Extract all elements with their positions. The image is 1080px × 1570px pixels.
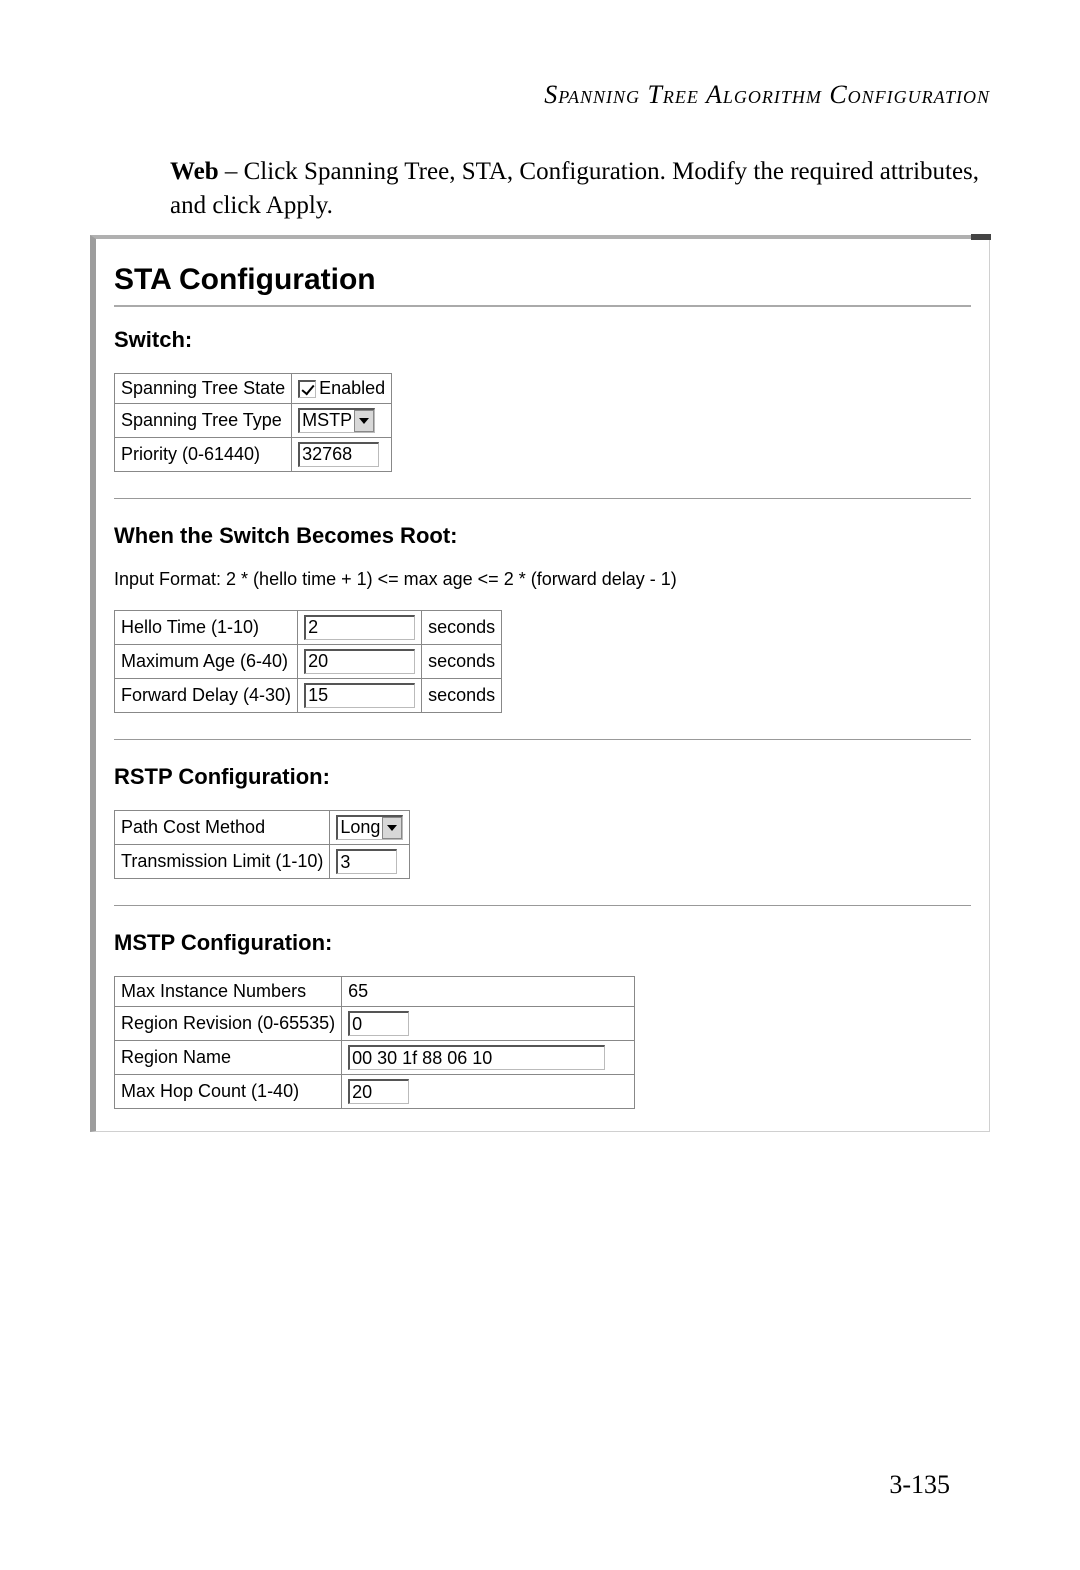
cell-max-instance: 65 xyxy=(342,977,635,1007)
select-value: Long xyxy=(340,817,380,837)
switch-table: Spanning Tree State Enabled Spanning Tre… xyxy=(114,373,392,472)
input-format-hint: Input Format: 2 * (hello time + 1) <= ma… xyxy=(114,569,971,590)
forward-delay-input[interactable] xyxy=(304,683,415,708)
root-table: Hello Time (1-10) seconds Maximum Age (6… xyxy=(114,610,502,713)
label-forward-delay: Forward Delay (4-30) xyxy=(115,678,298,712)
table-row: Spanning Tree Type MSTP xyxy=(115,403,392,437)
cell-forward-delay xyxy=(298,678,422,712)
cell-spanning-tree-type: MSTP xyxy=(292,403,392,437)
cell-transmission-limit xyxy=(330,845,410,879)
chevron-down-icon xyxy=(354,410,374,432)
hello-time-input[interactable] xyxy=(304,615,415,640)
cell-spanning-tree-state: Enabled xyxy=(292,373,392,403)
unit-seconds: seconds xyxy=(422,610,502,644)
table-row: Transmission Limit (1-10) xyxy=(115,845,410,879)
enabled-checkbox[interactable] xyxy=(298,380,316,398)
table-row: Max Instance Numbers 65 xyxy=(115,977,635,1007)
cell-max-hop xyxy=(342,1075,635,1109)
mstp-table: Max Instance Numbers 65 Region Revision … xyxy=(114,976,635,1109)
unit-seconds: seconds xyxy=(422,678,502,712)
transmission-limit-input[interactable] xyxy=(336,849,397,874)
table-row: Path Cost Method Long xyxy=(115,810,410,844)
table-row: Spanning Tree State Enabled xyxy=(115,373,392,403)
cell-region-revision xyxy=(342,1007,635,1041)
enabled-text: Enabled xyxy=(319,378,385,398)
label-region-name: Region Name xyxy=(115,1041,342,1075)
label-max-instance: Max Instance Numbers xyxy=(115,977,342,1007)
region-name-input[interactable] xyxy=(348,1045,605,1070)
label-region-revision: Region Revision (0-65535) xyxy=(115,1007,342,1041)
table-row: Region Name xyxy=(115,1041,635,1075)
priority-input[interactable] xyxy=(298,442,379,467)
label-max-age: Maximum Age (6-40) xyxy=(115,644,298,678)
max-hop-input[interactable] xyxy=(348,1079,409,1104)
table-row: Priority (0-61440) xyxy=(115,437,392,471)
screenshot-frame: STA Configuration Switch: Spanning Tree … xyxy=(90,235,990,1133)
table-row: Forward Delay (4-30) seconds xyxy=(115,678,502,712)
table-row: Max Hop Count (1-40) xyxy=(115,1075,635,1109)
label-hello-time: Hello Time (1-10) xyxy=(115,610,298,644)
label-spanning-tree-type: Spanning Tree Type xyxy=(115,403,292,437)
label-transmission-limit: Transmission Limit (1-10) xyxy=(115,845,330,879)
label-spanning-tree-state: Spanning Tree State xyxy=(115,373,292,403)
cell-region-name xyxy=(342,1041,635,1075)
chevron-down-icon xyxy=(382,817,402,839)
path-cost-method-select[interactable]: Long xyxy=(336,815,403,840)
intro-rest: – Click Spanning Tree, STA, Configuratio… xyxy=(170,158,979,219)
section-switch-heading: Switch: xyxy=(114,327,971,353)
section-root-heading: When the Switch Becomes Root: xyxy=(114,523,971,549)
frame-corner xyxy=(971,234,991,240)
page-header: Spanning Tree Algorithm Configuration xyxy=(90,80,990,110)
select-value: MSTP xyxy=(302,410,352,430)
region-revision-input[interactable] xyxy=(348,1011,409,1036)
divider xyxy=(114,905,971,906)
cell-path-cost-method: Long xyxy=(330,810,410,844)
intro-prefix: Web xyxy=(170,158,219,185)
label-max-hop: Max Hop Count (1-40) xyxy=(115,1075,342,1109)
form-title: STA Configuration xyxy=(114,263,971,297)
divider xyxy=(114,498,971,499)
divider xyxy=(114,305,971,307)
cell-hello-time xyxy=(298,610,422,644)
table-row: Maximum Age (6-40) seconds xyxy=(115,644,502,678)
intro-paragraph: Web – Click Spanning Tree, STA, Configur… xyxy=(170,155,990,223)
section-mstp-heading: MSTP Configuration: xyxy=(114,930,971,956)
label-priority: Priority (0-61440) xyxy=(115,437,292,471)
section-rstp-heading: RSTP Configuration: xyxy=(114,764,971,790)
cell-priority xyxy=(292,437,392,471)
cell-max-age xyxy=(298,644,422,678)
rstp-table: Path Cost Method Long Transmission Limit… xyxy=(114,810,410,879)
divider xyxy=(114,739,971,740)
spanning-tree-type-select[interactable]: MSTP xyxy=(298,408,375,433)
table-row: Region Revision (0-65535) xyxy=(115,1007,635,1041)
unit-seconds: seconds xyxy=(422,644,502,678)
table-row: Hello Time (1-10) seconds xyxy=(115,610,502,644)
page-number: 3-135 xyxy=(889,1470,950,1500)
max-age-input[interactable] xyxy=(304,649,415,674)
label-path-cost-method: Path Cost Method xyxy=(115,810,330,844)
